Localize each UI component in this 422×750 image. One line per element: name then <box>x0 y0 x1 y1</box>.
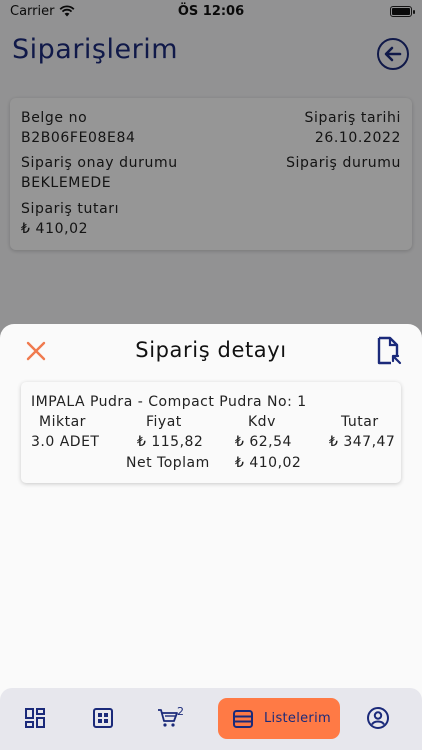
vat-value: ₺ 62,54 <box>235 434 292 450</box>
total-value: ₺ 347,47 <box>329 434 396 450</box>
quantity-value: 3.0 ADET <box>31 434 100 450</box>
nav-lists[interactable]: Listelerim <box>218 698 340 739</box>
bottom-nav: 2 Listelerim <box>0 688 422 750</box>
cart-badge: 2 <box>177 705 184 718</box>
nav-lists-label: Listelerim <box>264 711 331 726</box>
price-label: Fiyat <box>146 414 182 430</box>
document-export-icon[interactable] <box>374 336 402 366</box>
profile-icon <box>367 707 389 729</box>
item-name: IMPALA Pudra - Compact Pudra No: 1 <box>31 394 307 410</box>
order-item-card: IMPALA Pudra - Compact Pudra No: 1 Mikta… <box>21 382 401 483</box>
total-label: Tutar <box>341 414 379 430</box>
list-icon <box>233 709 253 728</box>
nav-profile[interactable] <box>360 700 396 736</box>
grid-icon <box>93 708 113 728</box>
net-total-value: ₺ 410,02 <box>235 455 302 471</box>
vat-label: Kdv <box>248 414 276 430</box>
sheet-title: Sipariş detayı <box>135 338 287 362</box>
dashboard-icon <box>25 708 45 728</box>
nav-grid[interactable] <box>85 700 121 736</box>
quantity-label: Miktar <box>39 414 86 430</box>
price-value: ₺ 115,82 <box>137 434 204 450</box>
nav-dashboard[interactable] <box>17 700 53 736</box>
cart-icon <box>158 709 178 727</box>
net-total-label: Net Toplam <box>126 455 210 471</box>
order-detail-sheet: Sipariş detayı IMPALA Pudra - Compact Pu… <box>0 324 422 750</box>
